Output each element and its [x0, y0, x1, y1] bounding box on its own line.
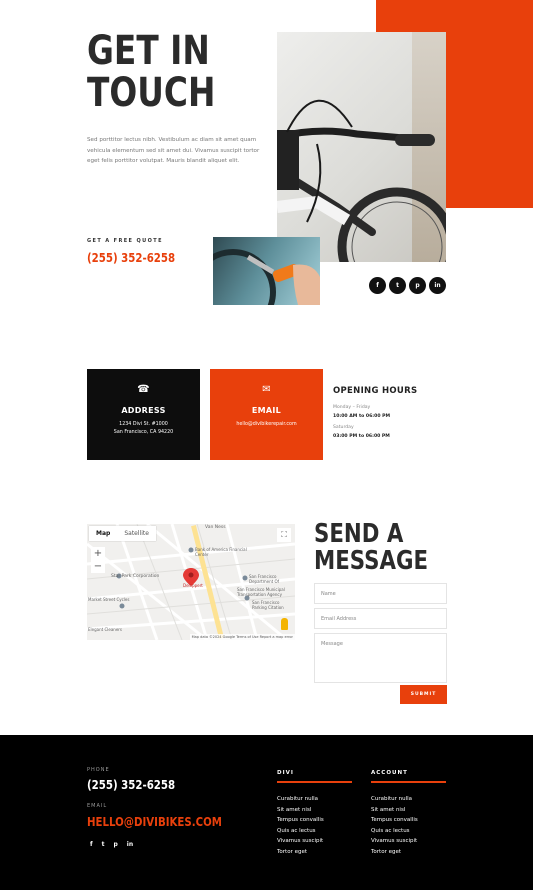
- facebook-icon[interactable]: f: [369, 277, 386, 294]
- footer-email[interactable]: HELLO@DIVIBIKES.COM: [87, 815, 222, 829]
- facebook-icon[interactable]: f: [90, 841, 93, 848]
- footer-link[interactable]: Tempus convallis: [371, 815, 418, 826]
- map-label: Van Ness: [205, 525, 226, 530]
- name-placeholder: Name: [321, 591, 336, 597]
- page-title: GET IN TOUCH: [87, 30, 235, 114]
- hero-social-links: f t p in: [369, 277, 446, 294]
- title-line-1: GET IN: [87, 28, 210, 74]
- footer-col2-rule: [371, 781, 446, 783]
- email-card: ✉ EMAIL hello@divibikerepair.com: [210, 369, 323, 460]
- zoom-controls: + −: [91, 547, 105, 573]
- map-type-tabs: Map Satellite: [89, 526, 156, 541]
- footer-link[interactable]: Quis ac lectus: [277, 826, 324, 837]
- footer-phone[interactable]: (255) 352-6258: [87, 778, 175, 792]
- message-placeholder: Message: [321, 641, 343, 647]
- footer-col1-links: Curabitur nulla Sit amet nisl Tempus con…: [277, 794, 324, 858]
- footer-link[interactable]: Vivamus suscipit: [371, 836, 418, 847]
- address-card: ☎ ADDRESS 1234 Divi St. #1000 San Franci…: [87, 369, 200, 460]
- twitter-icon[interactable]: t: [102, 841, 105, 848]
- email-address[interactable]: hello@divibikerepair.com: [210, 421, 323, 429]
- footer-link[interactable]: Curabitur nulla: [277, 794, 324, 805]
- footer-link[interactable]: Sit amet nisl: [277, 805, 324, 816]
- title-line-2: TOUCH: [87, 70, 216, 116]
- form-title-line-2: MESSAGE: [314, 546, 429, 576]
- site-footer: PHONE (255) 352-6258 EMAIL HELLO@DIVIBIK…: [0, 735, 533, 890]
- footer-link[interactable]: Tortor eget: [371, 847, 418, 858]
- message-field[interactable]: Message: [314, 633, 447, 683]
- linkedin-icon[interactable]: in: [429, 277, 446, 294]
- pinterest-icon[interactable]: p: [409, 277, 426, 294]
- address-line-1: 1234 Divi St. #1000: [119, 422, 168, 427]
- footer-col2-title: ACCOUNT: [371, 770, 408, 776]
- hours-day-1: Monday – Friday: [333, 405, 371, 410]
- footer-link[interactable]: Quis ac lectus: [371, 826, 418, 837]
- form-title: SEND A MESSAGE: [314, 519, 429, 576]
- hero-description: Sed porttitor lectus nibh. Vestibulum ac…: [87, 137, 260, 164]
- footer-phone-label: PHONE: [87, 767, 110, 773]
- zoom-out-button[interactable]: −: [91, 560, 105, 573]
- footer-link[interactable]: Vivamus suscipit: [277, 836, 324, 847]
- hours-title: OPENING HOURS: [333, 386, 418, 396]
- map-label: San Francisco Municipal Transportation A…: [237, 587, 285, 597]
- map-label: Bank of America Financial Center: [195, 547, 247, 557]
- map-tab-satellite[interactable]: Satellite: [117, 526, 156, 541]
- footer-col1-rule: [277, 781, 352, 783]
- quote-label: GET A FREE QUOTE: [87, 238, 163, 244]
- map-label: San Francisco Department Of: [249, 574, 280, 584]
- bike-photo: [277, 32, 446, 262]
- map-label: Deloppert: [183, 583, 203, 588]
- repair-photo: [213, 237, 320, 305]
- form-title-line-1: SEND A: [314, 519, 404, 549]
- map-label: Star Park Corporation: [111, 574, 160, 579]
- map-label: Elegant Cleaners: [88, 627, 123, 632]
- pegman-icon[interactable]: [281, 618, 288, 630]
- footer-col1-title: DIVI: [277, 770, 294, 776]
- map-label: Market Street Cycles: [88, 597, 130, 602]
- footer-social-links: f t p in: [90, 841, 133, 848]
- email-title: EMAIL: [251, 406, 282, 415]
- name-field[interactable]: Name: [314, 583, 447, 604]
- email-placeholder: Email Address: [321, 616, 357, 622]
- phone-icon: ☎: [137, 384, 150, 395]
- zoom-in-button[interactable]: +: [91, 547, 105, 560]
- footer-link[interactable]: Tempus convallis: [277, 815, 324, 826]
- quote-phone-link[interactable]: (255) 352-6258: [87, 251, 175, 265]
- footer-link[interactable]: Curabitur nulla: [371, 794, 418, 805]
- footer-email-label: EMAIL: [87, 803, 108, 809]
- map-attribution[interactable]: Map data ©2024 Google Terms of Use Repor…: [189, 634, 295, 640]
- submit-button[interactable]: SUBMIT: [400, 685, 447, 704]
- pinterest-icon[interactable]: p: [114, 841, 118, 848]
- map-label: San Francisco Parking Citation: [252, 600, 284, 610]
- map-tab-map[interactable]: Map: [89, 526, 117, 541]
- hours-day-2: Saturday: [333, 425, 354, 430]
- address-line-2: San Francisco, CA 94220: [113, 430, 174, 435]
- envelope-icon: ✉: [262, 384, 271, 395]
- email-field[interactable]: Email Address: [314, 608, 447, 629]
- footer-link[interactable]: Sit amet nisl: [371, 805, 418, 816]
- linkedin-icon[interactable]: in: [127, 841, 133, 848]
- address-title: ADDRESS: [121, 406, 166, 415]
- hours-time-1: 10:00 AM to 06:00 PM: [333, 414, 391, 419]
- footer-link[interactable]: Tortor eget: [277, 847, 324, 858]
- footer-col2-links: Curabitur nulla Sit amet nisl Tempus con…: [371, 794, 418, 858]
- fullscreen-icon[interactable]: ⛶: [277, 528, 291, 542]
- location-map[interactable]: Van Ness Bank of America Financial Cente…: [87, 524, 295, 640]
- hours-time-2: 03:00 PM to 06:00 PM: [333, 434, 390, 439]
- twitter-icon[interactable]: t: [389, 277, 406, 294]
